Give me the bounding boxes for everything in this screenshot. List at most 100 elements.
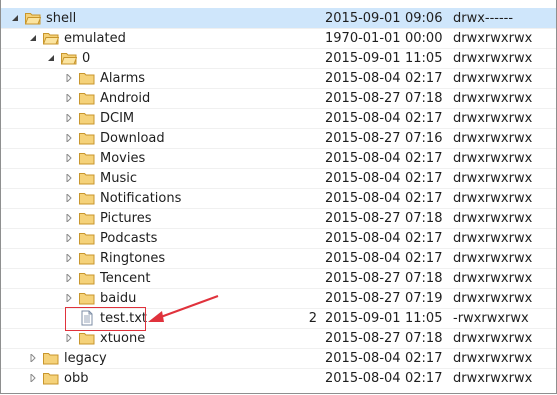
item-date: 2015-08-27 [325,291,401,306]
expand-arrow-icon[interactable] [65,334,73,342]
folder-row[interactable]: Podcasts 2015-08-04 02:17 drwxrwxrwx [1,228,556,248]
folder-row[interactable]: baidu 2015-08-27 07:19 drwxrwxrwx [1,288,556,308]
item-date: 2015-08-04 [325,251,401,266]
item-date: 2015-09-01 [325,51,401,66]
expand-arrow-icon[interactable] [65,94,73,102]
expand-arrow-icon[interactable] [65,114,73,122]
item-permissions: drwxrwxrwx [453,91,533,106]
item-permissions: drwxrwxrwx [453,351,533,366]
folder-row[interactable]: DCIM 2015-08-04 02:17 drwxrwxrwx [1,108,556,128]
folder-icon [79,291,95,305]
collapse-arrow-icon[interactable] [11,14,19,22]
item-permissions: drwx------ [453,11,514,26]
highlight-box [65,307,146,331]
folder-row[interactable]: legacy 2015-08-04 02:17 drwxrwxrwx [1,348,556,368]
folder-row[interactable]: obb 2015-08-04 02:17 drwxrwxrwx [1,368,556,388]
item-time: 07:18 [405,211,443,226]
folder-icon [79,251,95,265]
item-name: obb [64,371,89,386]
expand-arrow-icon[interactable] [65,214,73,222]
item-time: 02:17 [405,171,443,186]
item-permissions: drwxrwxrwx [453,231,533,246]
item-time: 07:18 [405,271,443,286]
item-permissions: drwxrwxrwx [453,291,533,306]
item-time: 09:06 [405,11,443,26]
item-name: shell [46,11,77,26]
folder-row[interactable]: Music 2015-08-04 02:17 drwxrwxrwx [1,168,556,188]
item-time: 02:17 [405,151,443,166]
item-permissions: drwxrwxrwx [453,171,533,186]
item-time: 11:05 [405,311,443,326]
expand-arrow-icon[interactable] [29,374,37,382]
folder-row[interactable]: Alarms 2015-08-04 02:17 drwxrwxrwx [1,68,556,88]
folder-row[interactable]: Pictures 2015-08-27 07:18 drwxrwxrwx [1,208,556,228]
item-date: 2015-08-04 [325,171,401,186]
folder-icon [79,271,95,285]
item-name: Android [100,91,151,106]
expand-arrow-icon[interactable] [65,194,73,202]
item-name: Download [100,131,165,146]
item-date: 2015-08-27 [325,271,401,286]
item-permissions: drwxrwxrwx [453,151,533,166]
item-permissions: drwxrwxrwx [453,371,533,386]
folder-row[interactable]: emulated 1970-01-01 00:00 drwxrwxrwx [1,28,556,48]
file-explorer-tree: shell 2015-09-01 09:06 drwx------ emulated 19… [0,0,557,394]
folder-icon [79,131,95,145]
folder-icon [79,171,95,185]
folder-open-icon [42,31,60,45]
expand-arrow-icon[interactable] [65,174,73,182]
folder-row[interactable]: Android 2015-08-27 07:18 drwxrwxrwx [1,88,556,108]
item-name: xtuone [100,331,146,346]
item-permissions: drwxrwxrwx [453,131,533,146]
folder-row[interactable]: Ringtones 2015-08-04 02:17 drwxrwxrwx [1,248,556,268]
item-date: 2015-08-04 [325,151,401,166]
expand-arrow-icon[interactable] [65,134,73,142]
folder-icon [79,231,95,245]
item-date: 2015-08-04 [325,71,401,86]
item-date: 2015-09-01 [325,311,401,326]
expand-arrow-icon[interactable] [65,154,73,162]
item-name: Notifications [100,191,182,206]
expand-arrow-icon[interactable] [65,234,73,242]
item-permissions: drwxrwxrwx [453,271,533,286]
item-date: 2015-08-27 [325,131,401,146]
expand-arrow-icon[interactable] [29,354,37,362]
expand-arrow-icon[interactable] [65,274,73,282]
item-name: Music [100,171,137,186]
item-date: 2015-08-27 [325,331,401,346]
item-permissions: drwxrwxrwx [453,51,533,66]
item-name: DCIM [100,111,135,126]
collapse-arrow-icon[interactable] [47,54,55,62]
item-permissions: drwxrwxrwx [453,71,533,86]
item-permissions: drwxrwxrwx [453,191,533,206]
item-time: 02:17 [405,71,443,86]
item-name: Ringtones [100,251,166,266]
folder-row[interactable]: xtuone 2015-08-27 07:18 drwxrwxrwx [1,328,556,348]
folder-row[interactable]: Movies 2015-08-04 02:17 drwxrwxrwx [1,148,556,168]
item-date: 2015-08-04 [325,231,401,246]
folder-icon [79,211,95,225]
expand-arrow-icon[interactable] [65,254,73,262]
folder-row[interactable]: 0 2015-09-01 11:05 drwxrwxrwx [1,48,556,68]
expand-arrow-icon[interactable] [65,74,73,82]
folder-icon [79,151,95,165]
item-date: 2015-08-04 [325,371,401,386]
collapse-arrow-icon[interactable] [29,34,37,42]
folder-row[interactable]: Notifications 2015-08-04 02:17 drwxrwxrwx [1,188,556,208]
item-time: 11:05 [405,51,443,66]
item-name: emulated [64,31,126,46]
item-permissions: drwxrwxrwx [453,331,533,346]
item-name: Tencent [100,271,151,286]
folder-icon [79,91,95,105]
folder-icon [43,351,59,365]
expand-arrow-icon[interactable] [65,294,73,302]
item-name: baidu [100,291,137,306]
folder-row[interactable]: Tencent 2015-08-27 07:18 drwxrwxrwx [1,268,556,288]
item-name: Pictures [100,211,152,226]
folder-row[interactable]: shell 2015-09-01 09:06 drwx------ [1,8,556,28]
folder-row[interactable]: Download 2015-08-27 07:16 drwxrwxrwx [1,128,556,148]
folder-icon [79,71,95,85]
folder-open-icon [24,11,42,25]
folder-open-icon [60,51,78,65]
item-time: 07:18 [405,91,443,106]
